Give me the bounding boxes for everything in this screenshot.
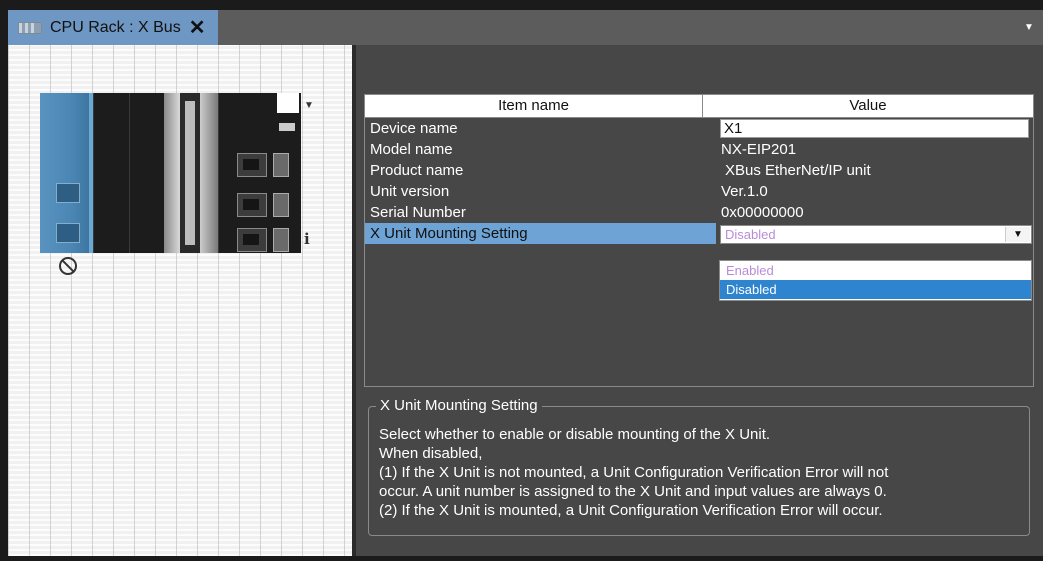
end-cover-unit[interactable] (164, 93, 218, 253)
rack-view-panel: ▼ i (8, 45, 352, 556)
mounting-setting-options: Enabled Disabled (719, 260, 1032, 301)
description-text: Select whether to enable or disable moun… (379, 425, 1019, 520)
description-line: (2) If the X Unit is mounted, a Unit Con… (379, 502, 883, 519)
description-line: When disabled, (379, 445, 483, 462)
select-value: Disabled (725, 227, 776, 242)
row-label: Model name (370, 141, 453, 158)
tab-cpu-rack[interactable]: CPU Rack : X Bus ✕ (8, 10, 218, 45)
option-enabled[interactable]: Enabled (720, 261, 1031, 280)
x-unit-label (277, 93, 299, 113)
tab-list-chevron-icon[interactable]: ▼ (1019, 10, 1039, 45)
x-unit[interactable] (218, 93, 301, 253)
row-label: Device name (370, 120, 458, 137)
cpu-port-1 (56, 183, 80, 203)
row-label: Product name (370, 162, 464, 179)
ethernet-port-3 (237, 228, 267, 252)
row-value: 0x00000000 (721, 204, 804, 221)
close-icon[interactable]: ✕ (189, 15, 206, 40)
option-disabled[interactable]: Disabled (720, 280, 1031, 299)
ethernet-port-1 (237, 153, 267, 177)
description-line: (1) If the X Unit is not mounted, a Unit… (379, 464, 889, 481)
header-value[interactable]: Value (703, 95, 1033, 117)
table-row-serial-number[interactable]: Serial Number 0x00000000 (365, 202, 1033, 223)
row-value: XBus EtherNet/IP unit (725, 162, 871, 179)
mounting-setting-select[interactable]: Disabled ▼ (720, 225, 1032, 244)
description-line: Select whether to enable or disable moun… (379, 426, 771, 443)
row-label: X Unit Mounting Setting (370, 225, 528, 242)
rack-unit-1[interactable] (93, 93, 130, 253)
end-cover-rail (185, 101, 195, 245)
row-value: Ver.1.0 (721, 183, 768, 200)
table-row-device-name[interactable]: Device name (365, 118, 1033, 139)
rack-unit-2[interactable] (129, 93, 165, 253)
table-row-model-name[interactable]: Model name NX-EIP201 (365, 139, 1033, 160)
row-label: Unit version (370, 183, 450, 200)
x-unit-indicator (279, 123, 295, 131)
chevron-down-icon[interactable]: ▼ (1005, 227, 1030, 242)
tab-device-icon (18, 21, 42, 34)
header-item-name[interactable]: Item name (365, 95, 703, 117)
table-row-unit-version[interactable]: Unit version Ver.1.0 (365, 181, 1033, 202)
property-table: Item name Value Device name Model name N… (364, 94, 1034, 387)
table-row-x-unit-mounting[interactable]: X Unit Mounting Setting Disabled ▼ (365, 223, 1033, 244)
table-row-product-name[interactable]: Product name XBus EtherNet/IP unit (365, 160, 1033, 181)
cpu-unit[interactable] (40, 93, 93, 253)
port-led-3 (273, 228, 289, 252)
cpu-port-2 (56, 223, 80, 243)
tab-title: CPU Rack : X Bus (50, 18, 181, 36)
row-value: NX-EIP201 (721, 141, 797, 158)
device-name-input[interactable] (720, 119, 1029, 138)
port-led-1 (273, 153, 289, 177)
rack-expand-chevron-icon[interactable]: ▼ (304, 100, 314, 111)
cpu-rack-diagram[interactable] (40, 93, 301, 253)
description-line: occur. A unit number is assigned to the … (379, 483, 887, 500)
disabled-icon (59, 257, 77, 275)
row-label: Serial Number (370, 204, 466, 221)
table-header: Item name Value (365, 95, 1033, 118)
info-icon[interactable]: i (304, 230, 310, 248)
ethernet-port-2 (237, 193, 267, 217)
description-title: X Unit Mounting Setting (376, 396, 542, 416)
port-led-2 (273, 193, 289, 217)
